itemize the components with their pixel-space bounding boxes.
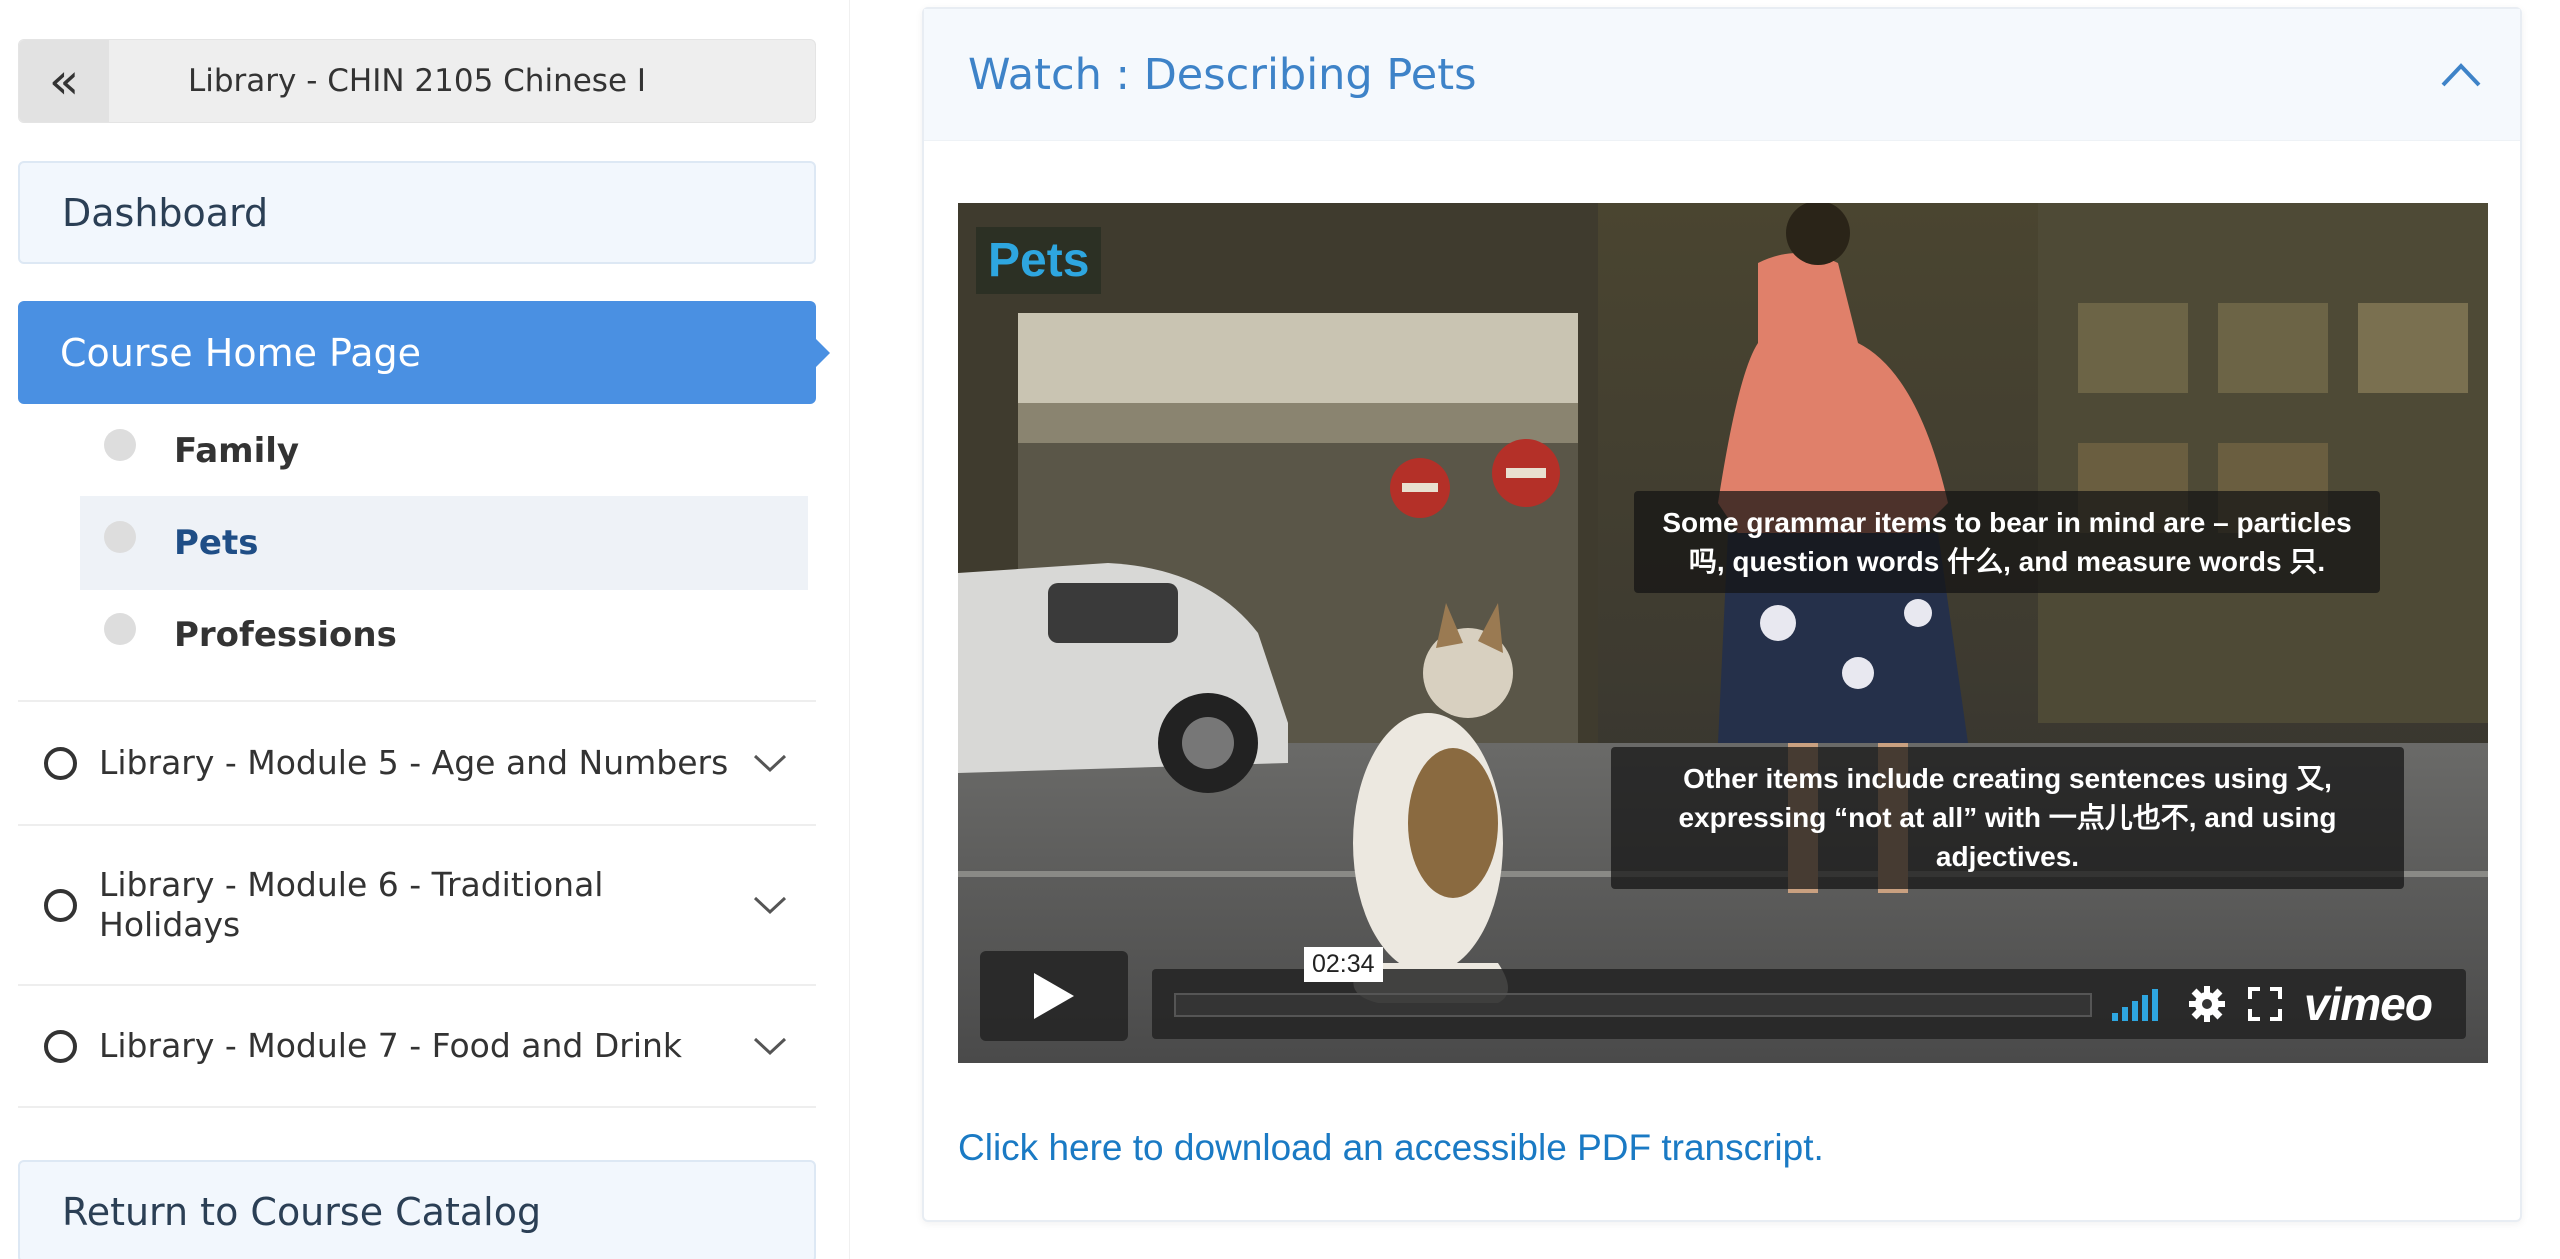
module-item-5[interactable]: Library - Module 5 - Age and Numbers [18, 700, 816, 824]
module-label: Library - Module 5 - Age and Numbers [99, 743, 729, 783]
module-status-icon [44, 746, 77, 780]
video-player[interactable]: Pets Some grammar items to bear in mind … [958, 203, 2488, 1063]
sidebar-item-label: Professions [174, 615, 397, 655]
status-dot-icon [104, 521, 136, 553]
module-item-7[interactable]: Library - Module 7 - Food and Drink [18, 984, 816, 1108]
course-sidebar: « Library - CHIN 2105 Chinese I Dashboar… [0, 0, 850, 1259]
module-status-icon [44, 888, 77, 922]
chevron-down-icon[interactable] [750, 1036, 790, 1056]
video-title-tag: Pets [976, 227, 1102, 294]
progress-bar[interactable] [1174, 993, 2092, 1017]
chevron-down-icon[interactable] [750, 895, 790, 915]
status-dot-icon [104, 613, 136, 645]
video-caption-2: Other items include creating sentences u… [1611, 747, 2404, 889]
control-icons: vimeo [2112, 978, 2433, 1030]
time-tooltip: 02:34 [1304, 947, 1383, 982]
sidebar-item-pets[interactable]: Pets [80, 496, 808, 590]
module-status-icon [44, 1029, 77, 1063]
course-title: Library - CHIN 2105 Chinese I [187, 63, 647, 99]
return-to-catalog-link[interactable]: Return to Course Catalog [18, 1160, 816, 1259]
panel-title: Watch : Describing Pets [968, 49, 1477, 100]
content-panel: Watch : Describing Pets Pets Some gramma… [922, 7, 2522, 1222]
sidebar-item-family[interactable]: Family [80, 404, 808, 498]
play-button[interactable] [980, 951, 1128, 1041]
chevron-down-icon[interactable] [750, 753, 790, 773]
fullscreen-icon[interactable] [2248, 987, 2282, 1021]
module-label: Library - Module 6 - Traditional Holiday… [99, 865, 604, 944]
panel-header[interactable]: Watch : Describing Pets [924, 9, 2520, 141]
nav-dashboard[interactable]: Dashboard [18, 161, 816, 264]
collapse-sidebar-button[interactable]: « [19, 40, 109, 122]
transcript-download-link[interactable]: Click here to download an accessible PDF… [958, 1127, 1824, 1169]
chevron-up-icon[interactable] [2440, 61, 2482, 89]
video-controls: 02:34 vimeo [980, 947, 2466, 1046]
module-label: Library - Module 7 - Food and Drink [99, 1026, 683, 1066]
nav-course-home-page[interactable]: Course Home Page [18, 301, 830, 404]
gear-icon[interactable] [2188, 985, 2226, 1023]
sidebar-item-label: Family [174, 431, 300, 471]
course-header: « Library - CHIN 2105 Chinese I [18, 39, 816, 123]
sidebar-item-label: Pets [174, 523, 259, 563]
play-icon [1034, 973, 1074, 1019]
module-item-6[interactable]: Library - Module 6 - Traditional Holiday… [18, 824, 816, 984]
control-bar: 02:34 vimeo [1152, 947, 2466, 1039]
video-frame-image [958, 203, 2488, 1063]
sidebar-item-professions[interactable]: Professions [80, 588, 808, 682]
volume-icon[interactable] [2112, 987, 2166, 1021]
video-caption-1: Some grammar items to bear in mind are –… [1634, 491, 2380, 594]
vimeo-logo[interactable]: vimeo [2304, 977, 2433, 1031]
double-chevron-left-icon: « [48, 52, 80, 110]
status-dot-icon [104, 429, 136, 461]
